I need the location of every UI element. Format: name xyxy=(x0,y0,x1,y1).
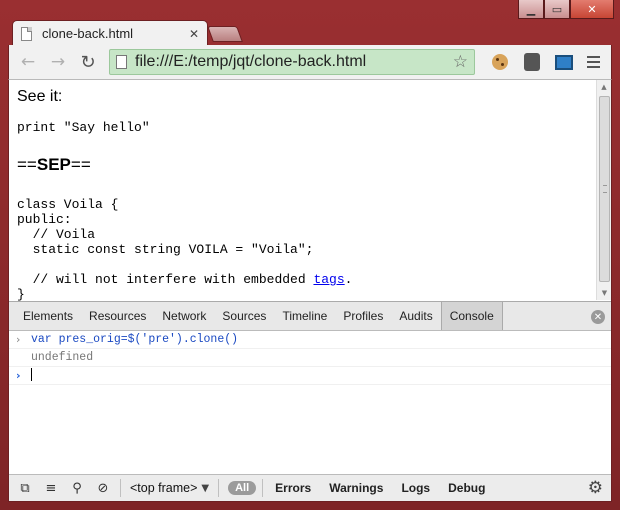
address-bar[interactable]: file:///E:/temp/jqt/clone-back.html ☆ xyxy=(109,49,475,75)
maximize-button[interactable]: ▭ xyxy=(544,0,570,19)
new-tab-button[interactable] xyxy=(207,26,243,42)
cookie-icon xyxy=(492,54,508,70)
console-result-line: undefined xyxy=(9,349,611,367)
bookmark-star-icon[interactable]: ☆ xyxy=(453,52,468,72)
clear-console-icon[interactable]: ⊘ xyxy=(91,477,115,499)
page-content: See it: print "Say hello" ==SEP== class … xyxy=(17,88,597,301)
cookie-extension-button[interactable] xyxy=(487,49,513,75)
tab-close-icon[interactable]: ✕ xyxy=(189,27,199,41)
chevron-down-icon: ▼ xyxy=(201,482,210,494)
filter-all-button[interactable]: All xyxy=(228,481,257,495)
console-output[interactable]: › var pres_orig=$('pre').clone() undefin… xyxy=(9,331,611,472)
see-it-text: See it: xyxy=(17,88,63,105)
vertical-scrollbar[interactable]: ▲ ▼ xyxy=(596,80,611,300)
input-chevron-icon: › xyxy=(16,333,21,346)
separator-bold: SEP xyxy=(36,155,71,174)
settings-gear-icon[interactable]: ⚙ xyxy=(588,478,603,498)
tags-link[interactable]: tags xyxy=(313,272,344,287)
show-drawer-icon[interactable]: ≡ xyxy=(39,477,63,499)
text-caret xyxy=(31,368,32,382)
screen-capture-icon xyxy=(555,54,573,70)
code-block-class: class Voila { public: // Voila static co… xyxy=(17,197,353,301)
page-icon xyxy=(21,26,32,41)
tab-console[interactable]: Console xyxy=(440,302,503,330)
code-block-print: print "Say hello" xyxy=(17,120,150,135)
evernote-extension-button[interactable] xyxy=(519,49,545,75)
tab-timeline[interactable]: Timeline xyxy=(274,302,335,330)
filter-logs-button[interactable]: Logs xyxy=(392,481,439,495)
back-button[interactable]: ← xyxy=(15,49,41,75)
dock-side-icon[interactable]: ⧉ xyxy=(13,477,37,499)
prompt-chevron-icon: › xyxy=(16,369,21,382)
close-window-button[interactable]: ✕ xyxy=(570,0,614,19)
reload-button[interactable]: ↻ xyxy=(75,49,101,75)
separator-heading: ==SEP== xyxy=(17,155,91,174)
scroll-down-icon[interactable]: ▼ xyxy=(597,286,611,300)
console-result: undefined xyxy=(31,351,94,364)
tab-title: clone-back.html xyxy=(42,26,134,41)
tab-audits[interactable]: Audits xyxy=(391,302,440,330)
url-text[interactable]: file:///E:/temp/jqt/clone-back.html xyxy=(135,53,453,71)
frame-selector[interactable]: <top frame> ▼ xyxy=(130,481,209,495)
console-command: var pres_orig=$('pre').clone() xyxy=(31,333,239,346)
devtools-close-icon[interactable]: ✕ xyxy=(591,310,605,324)
tab-network[interactable]: Network xyxy=(154,302,214,330)
tab-sources[interactable]: Sources xyxy=(214,302,274,330)
tab-profiles[interactable]: Profiles xyxy=(335,302,391,330)
browser-tab[interactable]: clone-back.html ✕ xyxy=(12,20,208,46)
chrome-menu-button[interactable] xyxy=(583,49,605,75)
devtools-tabs: Elements Resources Network Sources Timel… xyxy=(9,301,611,331)
minimize-button[interactable]: ▁ xyxy=(518,0,544,19)
tab-elements[interactable]: Elements xyxy=(15,302,81,330)
frame-selector-label: <top frame> xyxy=(130,481,198,495)
search-icon[interactable]: ⚲ xyxy=(65,477,89,499)
devtools-panel: Elements Resources Network Sources Timel… xyxy=(8,301,612,502)
page-viewport: See it: print "Say hello" ==SEP== class … xyxy=(8,79,612,301)
page-icon xyxy=(116,55,127,69)
tab-resources[interactable]: Resources xyxy=(81,302,154,330)
forward-button[interactable]: → xyxy=(45,49,71,75)
screen-capture-extension-button[interactable] xyxy=(551,49,577,75)
console-prompt[interactable]: › xyxy=(9,367,611,385)
filter-warnings-button[interactable]: Warnings xyxy=(320,481,392,495)
window-controls: ▁ ▭ ✕ xyxy=(518,0,614,19)
filter-errors-button[interactable]: Errors xyxy=(266,481,320,495)
evernote-icon xyxy=(524,53,540,71)
console-input-line: › var pres_orig=$('pre').clone() xyxy=(9,331,611,349)
filter-debug-button[interactable]: Debug xyxy=(439,481,494,495)
browser-window: ▁ ▭ ✕ clone-back.html ✕ ← → ↻ file:///E:… xyxy=(0,0,620,510)
scrollbar-thumb[interactable] xyxy=(599,96,610,282)
scroll-up-icon[interactable]: ▲ xyxy=(597,80,611,94)
browser-toolbar: ← → ↻ file:///E:/temp/jqt/clone-back.htm… xyxy=(8,45,612,79)
devtools-status-bar: ⧉ ≡ ⚲ ⊘ <top frame> ▼ All Errors Warning… xyxy=(9,474,611,501)
